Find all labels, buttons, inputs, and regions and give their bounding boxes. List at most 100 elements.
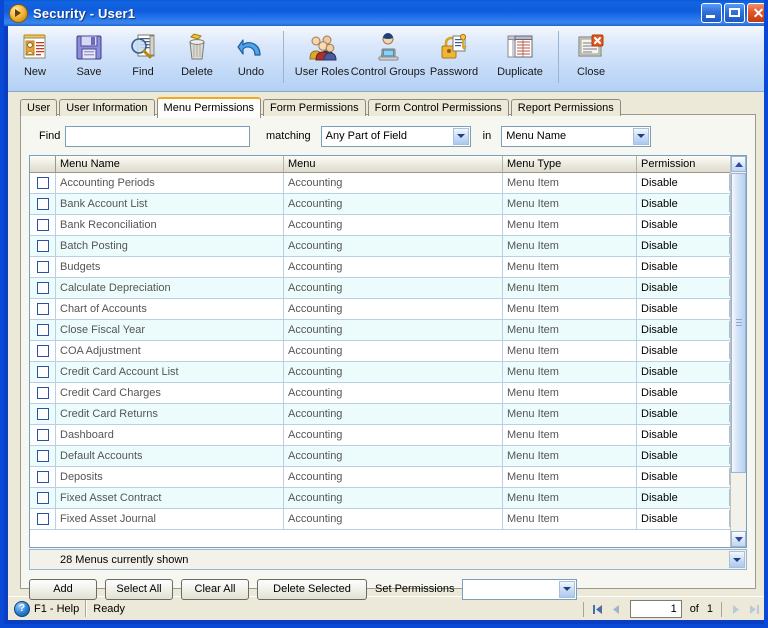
row-checkbox-cell[interactable] bbox=[30, 299, 56, 319]
password-button[interactable]: Password bbox=[421, 29, 487, 78]
table-row[interactable]: Budgets Accounting Menu Item Disable bbox=[30, 257, 746, 278]
row-checkbox-cell[interactable] bbox=[30, 509, 56, 529]
row-checkbox-cell[interactable] bbox=[30, 383, 56, 403]
row-checkbox[interactable] bbox=[36, 324, 49, 336]
table-row[interactable]: Default Accounts Accounting Menu Item Disab… bbox=[30, 446, 746, 467]
tab-user[interactable]: User bbox=[20, 99, 58, 116]
grid-status-chevron-down-icon[interactable] bbox=[729, 551, 745, 568]
row-checkbox-cell[interactable] bbox=[30, 488, 56, 508]
table-row[interactable]: Bank Reconciliation Accounting Menu Item Di… bbox=[30, 215, 746, 236]
chevron-down-icon[interactable] bbox=[559, 580, 576, 598]
tab-form-control-permissions[interactable]: Form Control Permissions bbox=[367, 99, 509, 116]
user-roles-button[interactable]: User Roles bbox=[289, 29, 355, 78]
row-checkbox[interactable] bbox=[36, 240, 49, 252]
find-button[interactable]: Find bbox=[116, 29, 170, 78]
delete-button[interactable]: Delete bbox=[170, 29, 224, 78]
table-row[interactable]: Fixed Asset Contract Accounting Menu Item D… bbox=[30, 488, 746, 509]
select-all-button[interactable]: Select All bbox=[105, 578, 173, 600]
duplicate-button[interactable]: Duplicate bbox=[487, 29, 553, 78]
row-checkbox[interactable] bbox=[36, 408, 49, 420]
table-row[interactable]: Batch Posting Accounting Menu Item Disable bbox=[30, 236, 746, 257]
row-checkbox-cell[interactable] bbox=[30, 404, 56, 424]
close-toolbar-button[interactable]: Close bbox=[564, 29, 618, 78]
client-area: User User Information Menu Permissions F… bbox=[8, 92, 764, 600]
grid-header-check bbox=[30, 156, 56, 172]
chevron-down-icon[interactable] bbox=[633, 127, 650, 145]
help-icon[interactable] bbox=[14, 600, 30, 617]
table-row[interactable]: Chart of Accounts Accounting Menu Item Disa… bbox=[30, 299, 746, 320]
row-checkbox-cell[interactable] bbox=[30, 236, 56, 256]
delete-selected-button[interactable]: Delete Selected bbox=[257, 578, 367, 600]
previous-record-button[interactable] bbox=[607, 600, 626, 618]
current-page-input[interactable]: 1 bbox=[629, 600, 682, 618]
row-checkbox-cell[interactable] bbox=[30, 320, 56, 340]
row-checkbox[interactable] bbox=[36, 429, 49, 441]
table-row[interactable]: Fixed Asset Journal Accounting Menu Item Di… bbox=[30, 509, 746, 530]
first-record-button[interactable] bbox=[588, 600, 607, 618]
grid-vertical-scrollbar[interactable] bbox=[730, 156, 746, 547]
table-row[interactable]: Close Fiscal Year Accounting Menu Item Disa… bbox=[30, 320, 746, 341]
table-row[interactable]: Credit Card Returns Accounting Menu Item Di… bbox=[30, 404, 746, 425]
find-input[interactable] bbox=[65, 125, 250, 147]
table-row[interactable]: Calculate Depreciation Accounting Menu Ite… bbox=[30, 278, 746, 299]
table-row[interactable]: Deposits Accounting Menu Item Disable bbox=[30, 467, 746, 488]
search-field-combo[interactable]: Menu Name bbox=[501, 125, 652, 147]
table-row[interactable]: Accounting Periods Accounting Menu Item Dis… bbox=[30, 173, 746, 194]
row-checkbox[interactable] bbox=[36, 177, 49, 189]
scroll-down-button[interactable] bbox=[731, 531, 746, 547]
control-groups-button[interactable]: Control Groups bbox=[351, 29, 425, 78]
grid-header-menu-type[interactable]: Menu Type bbox=[503, 156, 637, 172]
permission-value: Disable bbox=[641, 303, 678, 315]
chevron-down-icon[interactable] bbox=[452, 127, 469, 145]
row-checkbox-cell[interactable] bbox=[30, 467, 56, 487]
row-checkbox[interactable] bbox=[36, 513, 49, 525]
row-checkbox[interactable] bbox=[36, 261, 49, 273]
undo-button[interactable]: Undo bbox=[224, 29, 278, 78]
row-checkbox-cell[interactable] bbox=[30, 173, 56, 193]
tab-menu-permissions[interactable]: Menu Permissions bbox=[156, 97, 262, 118]
row-checkbox[interactable] bbox=[36, 345, 49, 357]
table-row[interactable]: Dashboard Accounting Menu Item Disable bbox=[30, 425, 746, 446]
row-checkbox[interactable] bbox=[36, 366, 49, 378]
minimize-button[interactable] bbox=[701, 3, 722, 23]
cell-menu-name: Credit Card Charges bbox=[56, 383, 284, 403]
match-mode-combo[interactable]: Any Part of Field bbox=[320, 125, 471, 147]
clear-all-button[interactable]: Clear All bbox=[181, 578, 249, 600]
row-checkbox[interactable] bbox=[36, 450, 49, 462]
row-checkbox-cell[interactable] bbox=[30, 278, 56, 298]
row-checkbox[interactable] bbox=[36, 471, 49, 483]
row-checkbox-cell[interactable] bbox=[30, 341, 56, 361]
last-record-button[interactable] bbox=[745, 600, 764, 618]
maximize-button[interactable] bbox=[724, 3, 745, 23]
row-checkbox-cell[interactable] bbox=[30, 257, 56, 277]
row-checkbox[interactable] bbox=[36, 282, 49, 294]
scrollbar-thumb[interactable] bbox=[731, 173, 746, 473]
tab-form-permissions[interactable]: Form Permissions bbox=[263, 99, 366, 116]
new-button[interactable]: New bbox=[8, 29, 62, 78]
row-checkbox-cell[interactable] bbox=[30, 215, 56, 235]
next-record-button[interactable] bbox=[726, 600, 745, 618]
table-row[interactable]: Credit Card Charges Accounting Menu Item Di… bbox=[30, 383, 746, 404]
grid-header-menu-name[interactable]: Menu Name bbox=[56, 156, 284, 172]
table-row[interactable]: Credit Card Account List Accounting Menu I… bbox=[30, 362, 746, 383]
tab-report-permissions[interactable]: Report Permissions bbox=[510, 99, 621, 116]
row-checkbox-cell[interactable] bbox=[30, 362, 56, 382]
scroll-up-button[interactable] bbox=[731, 156, 746, 172]
row-checkbox[interactable] bbox=[36, 219, 49, 231]
tab-user-information[interactable]: User Information bbox=[59, 99, 155, 116]
set-permissions-combo[interactable] bbox=[462, 578, 578, 600]
row-checkbox[interactable] bbox=[36, 303, 49, 315]
row-checkbox-cell[interactable] bbox=[30, 446, 56, 466]
grid-header-menu[interactable]: Menu bbox=[284, 156, 503, 172]
row-checkbox-cell[interactable] bbox=[30, 425, 56, 445]
row-checkbox[interactable] bbox=[36, 387, 49, 399]
table-row[interactable]: Bank Account List Accounting Menu Item Disa… bbox=[30, 194, 746, 215]
row-checkbox[interactable] bbox=[36, 198, 49, 210]
permission-value: Disable bbox=[641, 471, 678, 483]
row-checkbox-cell[interactable] bbox=[30, 194, 56, 214]
add-button[interactable]: Add bbox=[29, 578, 97, 600]
row-checkbox[interactable] bbox=[36, 492, 49, 504]
close-button[interactable] bbox=[747, 2, 764, 24]
save-button[interactable]: Save bbox=[62, 29, 116, 78]
table-row[interactable]: COA Adjustment Accounting Menu Item Disable bbox=[30, 341, 746, 362]
